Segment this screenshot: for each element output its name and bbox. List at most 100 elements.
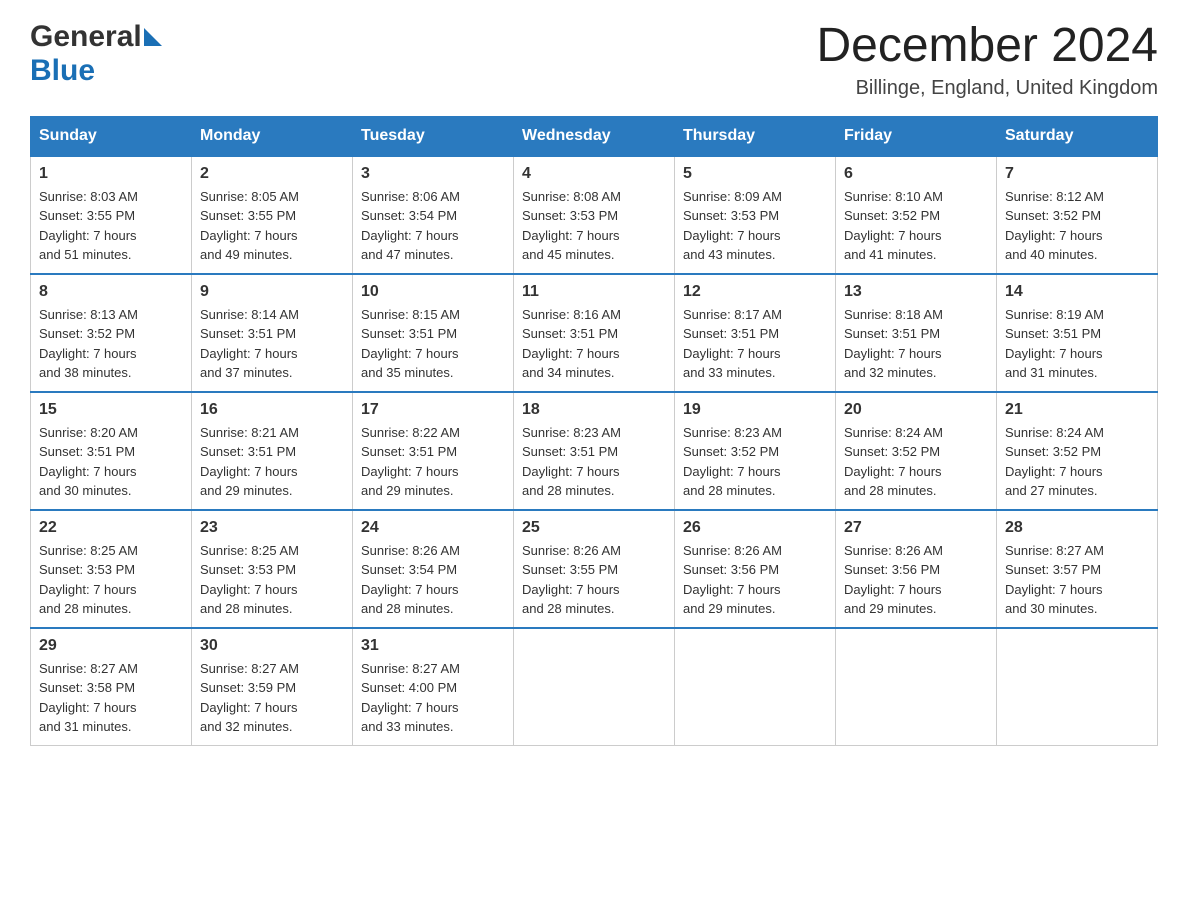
day-info: Sunrise: 8:27 AM Sunset: 3:58 PM Dayligh…	[39, 659, 183, 737]
day-info: Sunrise: 8:27 AM Sunset: 3:57 PM Dayligh…	[1005, 541, 1149, 619]
day-info: Sunrise: 8:19 AM Sunset: 3:51 PM Dayligh…	[1005, 305, 1149, 383]
table-row: 6 Sunrise: 8:10 AM Sunset: 3:52 PM Dayli…	[836, 156, 997, 274]
table-row: 4 Sunrise: 8:08 AM Sunset: 3:53 PM Dayli…	[514, 156, 675, 274]
table-row: 9 Sunrise: 8:14 AM Sunset: 3:51 PM Dayli…	[192, 274, 353, 392]
page-header: General Blue December 2024 Billinge, Eng…	[30, 20, 1158, 100]
day-info: Sunrise: 8:27 AM Sunset: 3:59 PM Dayligh…	[200, 659, 344, 737]
table-row: 10 Sunrise: 8:15 AM Sunset: 3:51 PM Dayl…	[353, 274, 514, 392]
day-info: Sunrise: 8:09 AM Sunset: 3:53 PM Dayligh…	[683, 187, 827, 265]
day-number: 10	[361, 283, 505, 301]
month-title: December 2024	[816, 20, 1158, 73]
calendar-week-row: 15 Sunrise: 8:20 AM Sunset: 3:51 PM Dayl…	[31, 392, 1158, 510]
header-right: December 2024 Billinge, England, United …	[816, 20, 1158, 100]
table-row: 21 Sunrise: 8:24 AM Sunset: 3:52 PM Dayl…	[997, 392, 1158, 510]
calendar-header: Sunday Monday Tuesday Wednesday Thursday…	[31, 116, 1158, 156]
logo-arrow-icon	[144, 28, 162, 46]
day-info: Sunrise: 8:27 AM Sunset: 4:00 PM Dayligh…	[361, 659, 505, 737]
table-row: 29 Sunrise: 8:27 AM Sunset: 3:58 PM Dayl…	[31, 628, 192, 746]
table-row: 22 Sunrise: 8:25 AM Sunset: 3:53 PM Dayl…	[31, 510, 192, 628]
day-number: 5	[683, 165, 827, 183]
col-thursday: Thursday	[675, 116, 836, 156]
day-number: 4	[522, 165, 666, 183]
day-number: 30	[200, 637, 344, 655]
col-monday: Monday	[192, 116, 353, 156]
day-info: Sunrise: 8:25 AM Sunset: 3:53 PM Dayligh…	[39, 541, 183, 619]
day-number: 3	[361, 165, 505, 183]
day-number: 26	[683, 519, 827, 537]
logo: General Blue	[30, 20, 162, 88]
calendar-table: Sunday Monday Tuesday Wednesday Thursday…	[30, 116, 1158, 746]
day-info: Sunrise: 8:16 AM Sunset: 3:51 PM Dayligh…	[522, 305, 666, 383]
day-info: Sunrise: 8:08 AM Sunset: 3:53 PM Dayligh…	[522, 187, 666, 265]
day-number: 13	[844, 283, 988, 301]
day-info: Sunrise: 8:26 AM Sunset: 3:54 PM Dayligh…	[361, 541, 505, 619]
day-number: 17	[361, 401, 505, 419]
day-info: Sunrise: 8:15 AM Sunset: 3:51 PM Dayligh…	[361, 305, 505, 383]
day-number: 6	[844, 165, 988, 183]
day-number: 23	[200, 519, 344, 537]
day-number: 27	[844, 519, 988, 537]
day-info: Sunrise: 8:23 AM Sunset: 3:52 PM Dayligh…	[683, 423, 827, 501]
col-tuesday: Tuesday	[353, 116, 514, 156]
day-number: 29	[39, 637, 183, 655]
table-row: 3 Sunrise: 8:06 AM Sunset: 3:54 PM Dayli…	[353, 156, 514, 274]
day-number: 25	[522, 519, 666, 537]
day-number: 12	[683, 283, 827, 301]
day-info: Sunrise: 8:26 AM Sunset: 3:55 PM Dayligh…	[522, 541, 666, 619]
day-info: Sunrise: 8:23 AM Sunset: 3:51 PM Dayligh…	[522, 423, 666, 501]
col-friday: Friday	[836, 116, 997, 156]
day-number: 16	[200, 401, 344, 419]
table-row: 18 Sunrise: 8:23 AM Sunset: 3:51 PM Dayl…	[514, 392, 675, 510]
table-row: 2 Sunrise: 8:05 AM Sunset: 3:55 PM Dayli…	[192, 156, 353, 274]
col-sunday: Sunday	[31, 116, 192, 156]
day-number: 1	[39, 165, 183, 183]
table-row: 13 Sunrise: 8:18 AM Sunset: 3:51 PM Dayl…	[836, 274, 997, 392]
day-info: Sunrise: 8:06 AM Sunset: 3:54 PM Dayligh…	[361, 187, 505, 265]
table-row: 30 Sunrise: 8:27 AM Sunset: 3:59 PM Dayl…	[192, 628, 353, 746]
table-row: 5 Sunrise: 8:09 AM Sunset: 3:53 PM Dayli…	[675, 156, 836, 274]
table-row	[836, 628, 997, 746]
day-number: 15	[39, 401, 183, 419]
day-info: Sunrise: 8:13 AM Sunset: 3:52 PM Dayligh…	[39, 305, 183, 383]
table-row	[514, 628, 675, 746]
table-row: 20 Sunrise: 8:24 AM Sunset: 3:52 PM Dayl…	[836, 392, 997, 510]
day-info: Sunrise: 8:12 AM Sunset: 3:52 PM Dayligh…	[1005, 187, 1149, 265]
day-number: 8	[39, 283, 183, 301]
table-row: 31 Sunrise: 8:27 AM Sunset: 4:00 PM Dayl…	[353, 628, 514, 746]
day-info: Sunrise: 8:18 AM Sunset: 3:51 PM Dayligh…	[844, 305, 988, 383]
calendar-body: 1 Sunrise: 8:03 AM Sunset: 3:55 PM Dayli…	[31, 156, 1158, 746]
day-info: Sunrise: 8:05 AM Sunset: 3:55 PM Dayligh…	[200, 187, 344, 265]
day-number: 7	[1005, 165, 1149, 183]
day-number: 31	[361, 637, 505, 655]
table-row: 19 Sunrise: 8:23 AM Sunset: 3:52 PM Dayl…	[675, 392, 836, 510]
day-info: Sunrise: 8:25 AM Sunset: 3:53 PM Dayligh…	[200, 541, 344, 619]
day-info: Sunrise: 8:26 AM Sunset: 3:56 PM Dayligh…	[683, 541, 827, 619]
calendar-week-row: 8 Sunrise: 8:13 AM Sunset: 3:52 PM Dayli…	[31, 274, 1158, 392]
table-row: 1 Sunrise: 8:03 AM Sunset: 3:55 PM Dayli…	[31, 156, 192, 274]
day-number: 11	[522, 283, 666, 301]
table-row: 11 Sunrise: 8:16 AM Sunset: 3:51 PM Dayl…	[514, 274, 675, 392]
logo-general-text: General	[30, 20, 142, 54]
table-row: 25 Sunrise: 8:26 AM Sunset: 3:55 PM Dayl…	[514, 510, 675, 628]
day-number: 21	[1005, 401, 1149, 419]
table-row: 14 Sunrise: 8:19 AM Sunset: 3:51 PM Dayl…	[997, 274, 1158, 392]
table-row	[997, 628, 1158, 746]
day-info: Sunrise: 8:10 AM Sunset: 3:52 PM Dayligh…	[844, 187, 988, 265]
day-number: 19	[683, 401, 827, 419]
table-row: 24 Sunrise: 8:26 AM Sunset: 3:54 PM Dayl…	[353, 510, 514, 628]
day-number: 14	[1005, 283, 1149, 301]
day-number: 18	[522, 401, 666, 419]
day-info: Sunrise: 8:03 AM Sunset: 3:55 PM Dayligh…	[39, 187, 183, 265]
day-info: Sunrise: 8:17 AM Sunset: 3:51 PM Dayligh…	[683, 305, 827, 383]
calendar-week-row: 29 Sunrise: 8:27 AM Sunset: 3:58 PM Dayl…	[31, 628, 1158, 746]
day-info: Sunrise: 8:21 AM Sunset: 3:51 PM Dayligh…	[200, 423, 344, 501]
table-row: 27 Sunrise: 8:26 AM Sunset: 3:56 PM Dayl…	[836, 510, 997, 628]
calendar-week-row: 1 Sunrise: 8:03 AM Sunset: 3:55 PM Dayli…	[31, 156, 1158, 274]
day-info: Sunrise: 8:14 AM Sunset: 3:51 PM Dayligh…	[200, 305, 344, 383]
table-row: 12 Sunrise: 8:17 AM Sunset: 3:51 PM Dayl…	[675, 274, 836, 392]
table-row: 28 Sunrise: 8:27 AM Sunset: 3:57 PM Dayl…	[997, 510, 1158, 628]
header-row: Sunday Monday Tuesday Wednesday Thursday…	[31, 116, 1158, 156]
table-row: 7 Sunrise: 8:12 AM Sunset: 3:52 PM Dayli…	[997, 156, 1158, 274]
table-row: 8 Sunrise: 8:13 AM Sunset: 3:52 PM Dayli…	[31, 274, 192, 392]
day-number: 28	[1005, 519, 1149, 537]
